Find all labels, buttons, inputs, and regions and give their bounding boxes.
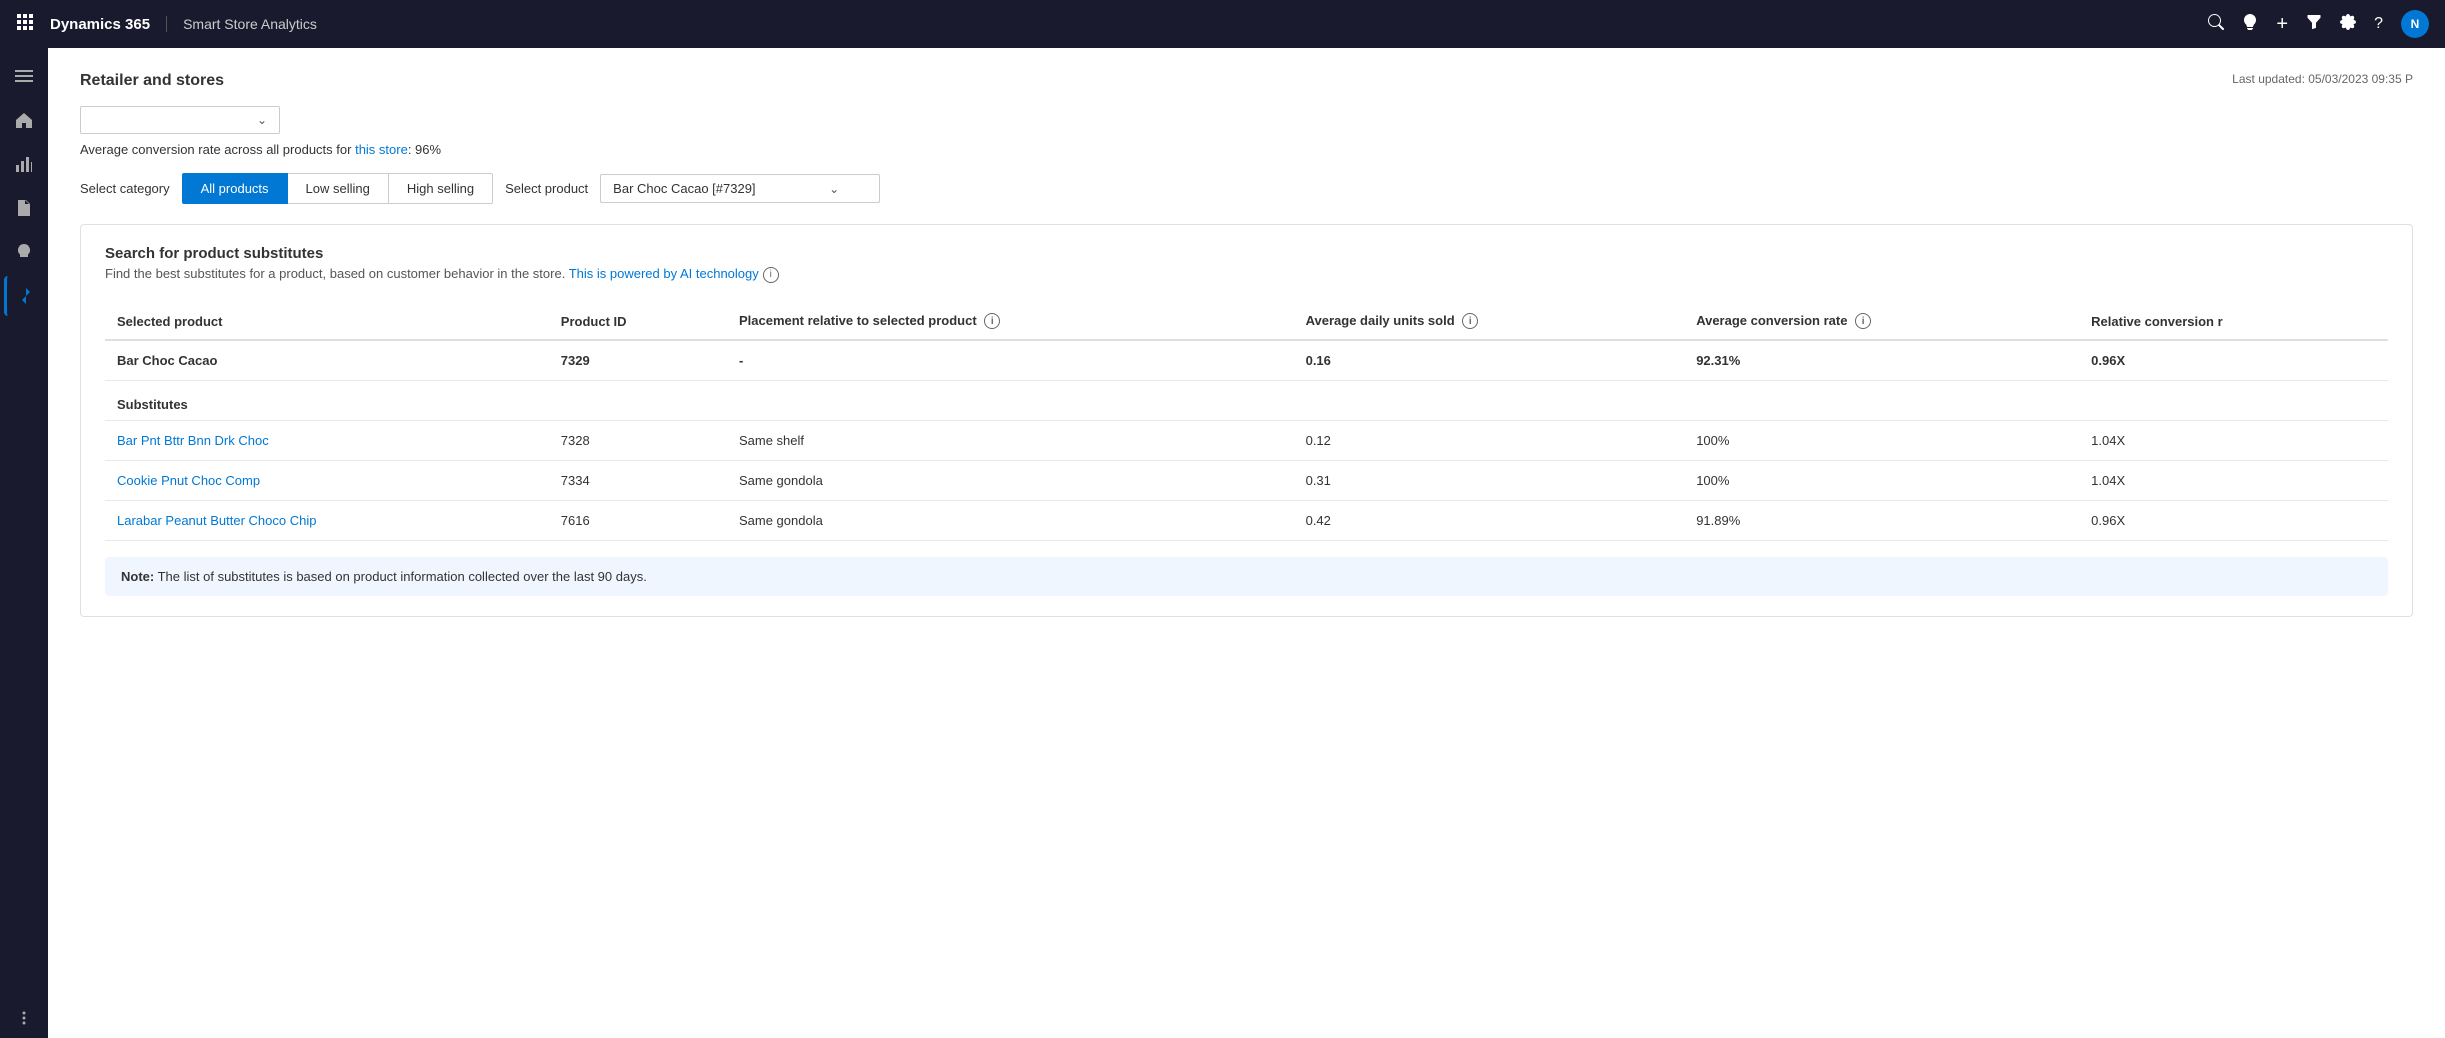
note-label: Note: [121,569,154,584]
units-info-icon[interactable]: i [1462,313,1478,329]
substitutes-description: Find the best substitutes for a product,… [105,266,2388,283]
substitute-3-conversion: 91.89% [1684,501,2079,541]
substitute-1-relative: 1.04X [2079,421,2388,461]
col-header-conversion: Average conversion rate i [1684,303,2079,341]
col-header-units: Average daily units sold i [1294,303,1685,341]
substitute-3-relative: 0.96X [2079,501,2388,541]
settings-icon[interactable] [2340,14,2356,35]
substitutes-section-label: Substitutes [105,381,2388,421]
substitute-1-units: 0.12 [1294,421,1685,461]
waffle-menu-icon[interactable] [16,13,34,36]
category-label: Select category [80,181,170,196]
substitutes-table: Selected product Product ID Placement re… [105,303,2388,542]
substitute-row-2: Cookie Pnut Choc Comp 7334 Same gondola … [105,461,2388,501]
user-avatar[interactable]: N [2401,10,2429,38]
substitute-2-conversion: 100% [1684,461,2079,501]
top-navigation: Dynamics 365 Smart Store Analytics + ? N [0,0,2445,48]
sidebar-item-menu[interactable] [4,56,44,96]
conversion-note-prefix: Average conversion rate across all produ… [80,142,355,157]
btn-high-selling[interactable]: High selling [389,173,493,204]
substitute-2-name[interactable]: Cookie Pnut Choc Comp [105,461,549,501]
filter-icon[interactable] [2306,14,2322,35]
product-label: Select product [505,181,588,196]
table-header-row: Selected product Product ID Placement re… [105,303,2388,341]
col-header-id: Product ID [549,303,727,341]
page-title: Retailer and stores [80,72,224,90]
search-desc-prefix: Find the best substitutes for a product,… [105,266,569,281]
substitute-2-units: 0.31 [1294,461,1685,501]
note-text: The list of substitutes is based on prod… [158,569,647,584]
substitutes-section: Search for product substitutes Find the … [80,224,2413,617]
substitute-2-relative: 1.04X [2079,461,2388,501]
substitute-row-3: Larabar Peanut Butter Choco Chip 7616 Sa… [105,501,2388,541]
search-icon[interactable] [2208,14,2224,35]
filter-row: Select category All products Low selling… [80,173,2413,204]
app-module-name: Smart Store Analytics [166,16,317,32]
store-dropdown-chevron-icon: ⌄ [257,113,267,127]
last-updated-text: Last updated: 05/03/2023 09:35 P [2232,72,2413,86]
store-dropdown[interactable]: ⌄ [80,106,280,134]
ai-info-icon[interactable]: i [763,267,779,283]
store-selector: ⌄ [80,106,2413,134]
sidebar-item-reports[interactable] [4,188,44,228]
substitute-row-1: Bar Pnt Bttr Bnn Drk Choc 7328 Same shel… [105,421,2388,461]
substitute-1-placement: Same shelf [727,421,1294,461]
substitute-3-placement: Same gondola [727,501,1294,541]
main-content: Retailer and stores Last updated: 05/03/… [48,48,2445,1038]
sidebar-item-home[interactable] [4,100,44,140]
substitutes-header-row: Substitutes [105,381,2388,421]
selected-product-row: Bar Choc Cacao 7329 - 0.16 92.31% 0.96X [105,340,2388,381]
col-header-relative: Relative conversion r [2079,303,2388,341]
sidebar-item-analytics[interactable] [4,144,44,184]
selected-product-units: 0.16 [1294,340,1685,381]
left-sidebar [0,48,48,1038]
product-dropdown-value: Bar Choc Cacao [#7329] [613,181,755,196]
selected-product-id: 7329 [549,340,727,381]
selected-product-name: Bar Choc Cacao [105,340,549,381]
substitute-3-name[interactable]: Larabar Peanut Butter Choco Chip [105,501,549,541]
substitute-1-conversion: 100% [1684,421,2079,461]
substitute-3-id: 7616 [549,501,727,541]
selected-product-relative: 0.96X [2079,340,2388,381]
conversion-note-suffix: : 96% [408,142,441,157]
selected-product-conversion: 92.31% [1684,340,2079,381]
product-dropdown-chevron-icon: ⌄ [829,182,839,196]
substitute-2-placement: Same gondola [727,461,1294,501]
plus-icon[interactable]: + [2276,13,2288,36]
substitute-2-id: 7334 [549,461,727,501]
sidebar-item-substitutes[interactable] [4,276,44,316]
topnav-action-icons: + ? N [2208,10,2429,38]
category-btn-group: All products Low selling High selling [182,173,493,204]
col-header-placement: Placement relative to selected product i [727,303,1294,341]
search-desc-ai: This is powered by AI technology [569,266,759,281]
conversion-note-highlight: this store [355,142,408,157]
lightbulb-icon[interactable] [2242,14,2258,35]
conversion-rate-note: Average conversion rate across all produ… [80,142,2413,157]
sidebar-item-insights[interactable] [4,232,44,272]
brand-name: Dynamics 365 [50,16,150,33]
product-dropdown[interactable]: Bar Choc Cacao [#7329] ⌄ [600,174,880,203]
placement-info-icon[interactable]: i [984,313,1000,329]
help-icon[interactable]: ? [2374,15,2383,33]
substitute-1-id: 7328 [549,421,727,461]
selected-product-placement: - [727,340,1294,381]
substitutes-title: Search for product substitutes [105,245,2388,262]
col-header-name: Selected product [105,303,549,341]
substitute-1-name[interactable]: Bar Pnt Bttr Bnn Drk Choc [105,421,549,461]
note-box: Note: The list of substitutes is based o… [105,557,2388,596]
substitute-3-units: 0.42 [1294,501,1685,541]
sidebar-item-more[interactable] [4,998,44,1038]
btn-all-products[interactable]: All products [182,173,288,204]
btn-low-selling[interactable]: Low selling [288,173,389,204]
conversion-info-icon[interactable]: i [1855,313,1871,329]
